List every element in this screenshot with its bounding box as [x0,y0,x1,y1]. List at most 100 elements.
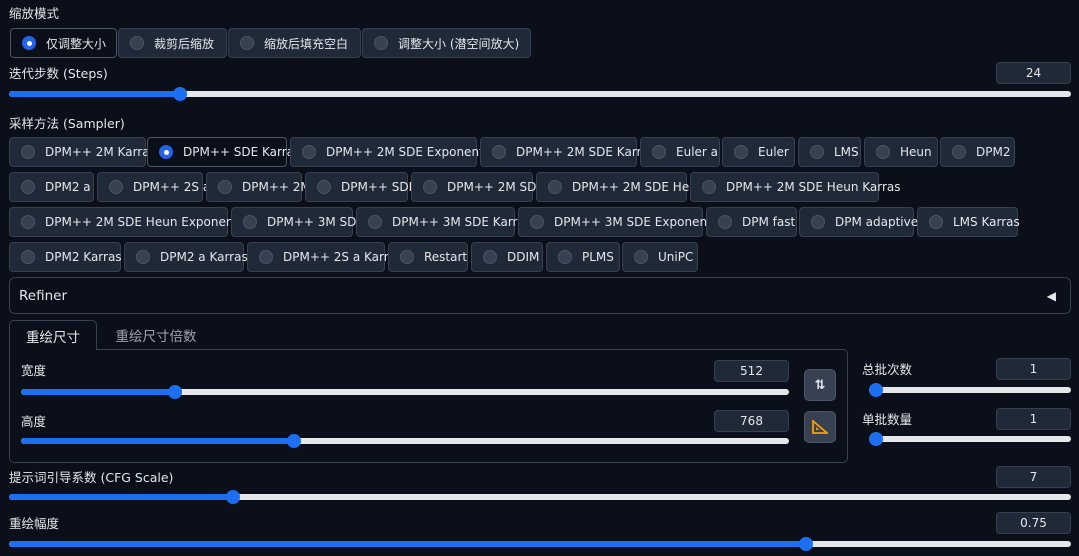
radio-icon [240,36,254,50]
sampler-option-label: LMS Karras [953,215,1020,229]
batch-count-slider[interactable] [869,383,1071,397]
resize-mode-option[interactable]: 仅调整大小 [10,28,117,58]
sampler-option[interactable]: DPM++ 2M SDE Exponential [290,137,498,167]
sampler-option[interactable]: DDIM [471,242,543,272]
steps-input[interactable]: 24 [996,62,1071,84]
slider-thumb[interactable] [798,537,813,551]
batch-count-input[interactable]: 1 [996,358,1071,380]
sampler-option[interactable]: DPM2 a [9,172,94,202]
slider-thumb[interactable] [226,490,241,504]
cfg-scale-slider[interactable] [9,490,1071,504]
resize-mode-option[interactable]: 裁剪后缩放 [118,28,227,58]
sampler-option[interactable]: DPM++ 3M SDE [231,207,364,237]
slider-thumb[interactable] [172,87,187,101]
radio-icon [734,145,748,159]
sampler-option-label: DPM++ 2M SDE Exponential [326,145,498,159]
steps-label: 迭代步数 (Steps) [9,66,108,81]
sampler-option[interactable]: Euler [722,137,795,167]
radio-icon [423,180,437,194]
sampler-option-label: DDIM [507,250,540,264]
sampler-option[interactable]: Euler a [640,137,720,167]
slider-thumb[interactable] [869,383,883,397]
sampler-option[interactable]: DPM++ 2M SDE Heun [536,172,704,202]
sampler-option-label: DPM++ SDE [341,180,417,194]
swap-icon: ⇅ [814,377,826,393]
cfg-scale-input[interactable]: 7 [996,466,1071,488]
sampler-option[interactable]: DPM++ 2M [206,172,311,202]
height-slider[interactable] [21,434,789,448]
sampler-option[interactable]: DPM++ 2M Karras [9,137,156,167]
sampler-option[interactable]: LMS Karras [917,207,1020,237]
sampler-option-label: DPM adaptive [835,215,919,229]
sampler-option-label: DPM2 a Karras [160,250,248,264]
radio-icon [702,180,716,194]
sampler-option[interactable]: DPM++ SDE [305,172,416,202]
sampler-option[interactable]: DPM2 Karras [9,242,122,272]
resize-mode-option-label: 调整大小 (潜空间放大) [398,36,520,51]
aspect-ratio-button[interactable] [804,411,836,443]
radio-icon [652,145,666,159]
sampler-option-label: DPM++ 2M Karras [45,145,156,159]
sampler-option[interactable]: PLMS [546,242,620,272]
swap-dimensions-button[interactable]: ⇅ [804,369,836,401]
sampler-option[interactable]: DPM++ 2M SDE Karras [480,137,655,167]
denoising-input[interactable]: 0.75 [996,512,1071,534]
batch-size-input[interactable]: 1 [996,408,1071,430]
sampler-option[interactable]: DPM++ 3M SDE Karras [356,207,531,237]
sampler-option[interactable]: DPM++ 2M SDE Heun Exponential [9,207,252,237]
sampler-option[interactable]: DPM++ 2M SDE [411,172,544,202]
radio-icon [929,215,943,229]
resize-mode-option[interactable]: 缩放后填充空白 [228,28,361,58]
sampler-option-label: DPM2 a [45,180,91,194]
sampler-option[interactable]: DPM++ 2S a Karras [247,242,402,272]
batch-size-label: 单批数量 [862,412,913,427]
sampler-option-label: DPM++ 3M SDE [267,215,364,229]
sampler-option[interactable]: UniPC [622,242,698,272]
radio-icon [159,145,173,159]
slider-fill [21,389,175,395]
sampler-option[interactable]: DPM++ 2M SDE Heun Karras [690,172,901,202]
sampler-option-label: DPM++ 2M SDE [447,180,544,194]
refiner-accordion[interactable]: Refiner ◀ [9,277,1071,314]
sampler-option-label: DPM2 [976,145,1011,159]
radio-icon [558,250,572,264]
radio-icon [548,180,562,194]
sampler-option[interactable]: DPM++ SDE Karras [147,137,300,167]
sampler-option[interactable]: DPM fast [706,207,797,237]
radio-icon [21,250,35,264]
width-input[interactable]: 512 [714,360,789,382]
width-label: 宽度 [21,363,47,378]
steps-slider[interactable] [9,87,1071,101]
sampler-option[interactable]: DPM adaptive [799,207,918,237]
radio-icon [530,215,544,229]
slider-thumb[interactable] [869,432,883,446]
denoising-slider[interactable] [9,537,1071,551]
tab-resize-to[interactable]: 重绘尺寸 [9,320,97,350]
radio-icon [718,215,732,229]
sampler-option-label: PLMS [582,250,614,264]
sampler-option[interactable]: DPM++ 2S a [97,172,210,202]
sampler-option[interactable]: LMS [798,137,861,167]
sampler-option[interactable]: Heun [864,137,938,167]
width-slider[interactable] [21,385,789,399]
slider-fill [21,438,295,444]
collapse-triangle-icon[interactable]: ◀ [1047,289,1056,303]
radio-icon [400,250,414,264]
sampler-option-label: Heun [900,145,932,159]
sampler-option-label: DPM++ 3M SDE Karras [392,215,532,229]
sampler-option[interactable]: Restart [388,242,468,272]
sampler-option[interactable]: DPM2 [940,137,1015,167]
sampler-option[interactable]: DPM++ 3M SDE Exponential [518,207,726,237]
tab-resize-by[interactable]: 重绘尺寸倍数 [104,320,208,350]
resize-mode-option[interactable]: 调整大小 (潜空间放大) [362,28,531,58]
sampler-option-label: DPM++ 2M [242,180,311,194]
height-input[interactable]: 768 [714,410,789,432]
sampler-option[interactable]: DPM2 a Karras [124,242,248,272]
sampler-option-label: DPM++ 2M SDE Heun Karras [726,180,901,194]
batch-size-slider[interactable] [869,432,1071,446]
radio-icon [876,145,890,159]
resize-mode-option-label: 裁剪后缩放 [154,36,215,51]
slider-fill [9,91,180,97]
slider-thumb[interactable] [167,385,182,399]
slider-fill [9,541,806,547]
